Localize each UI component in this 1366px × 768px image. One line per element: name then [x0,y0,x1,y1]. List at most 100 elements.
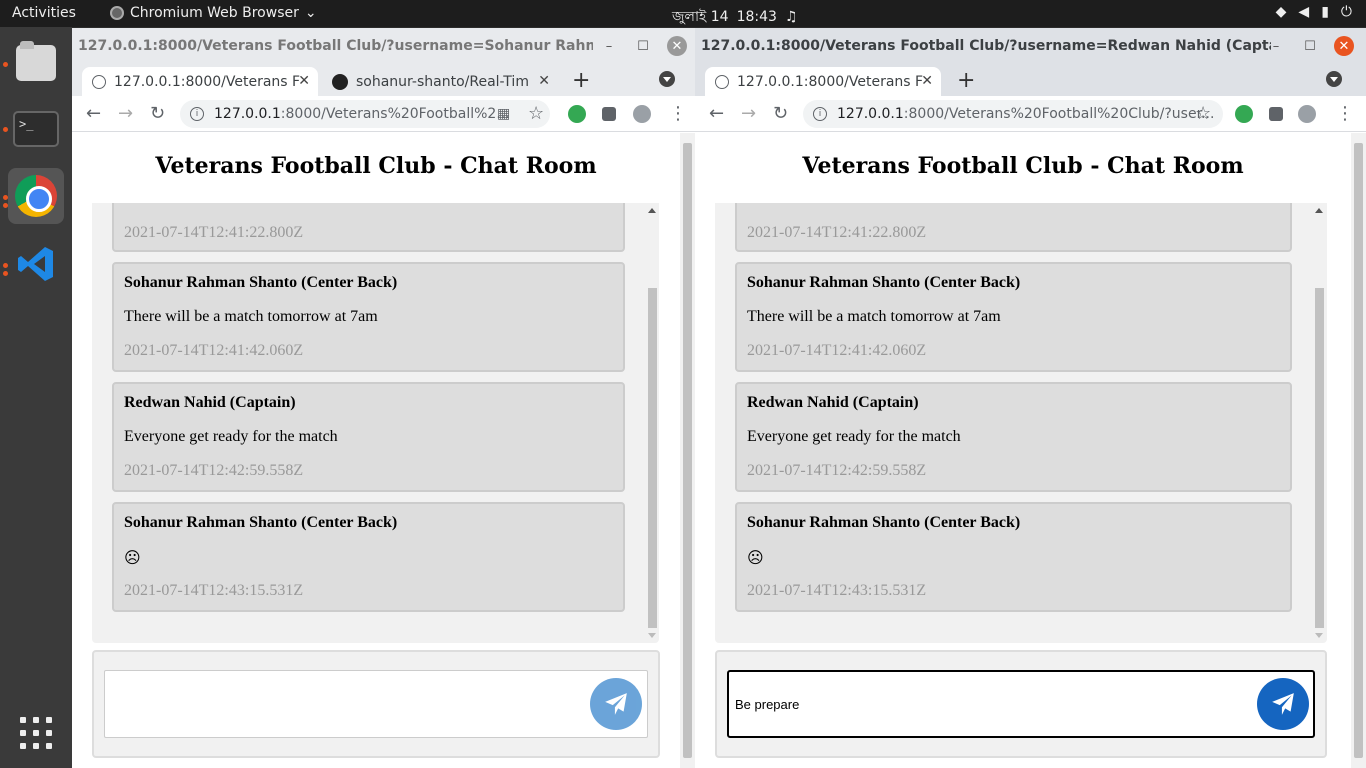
window-titlebar[interactable]: 127.0.0.1:8000/Veterans Football Club/?u… [72,28,695,63]
app-grid-icon[interactable] [20,717,52,749]
reload-icon[interactable]: ↻ [773,103,788,124]
scroll-thumb[interactable] [1315,288,1324,628]
scroll-thumb[interactable] [648,288,657,628]
bookmark-star-icon[interactable]: ☆ [528,103,544,124]
scroll-up-icon[interactable] [1315,208,1323,213]
address-bar[interactable]: i 127.0.0.1:8000/Veterans%20Football%2..… [180,100,550,128]
message-composer [715,650,1327,758]
tab-github[interactable]: sohanur-shanto/Real-Tim ✕ [322,67,558,96]
globe-icon [92,74,106,89]
message-partial: 2021-07-14T12:41:22.800Z [112,203,625,252]
forward-icon[interactable]: → [741,103,756,124]
message-time: 2021-07-14T12:41:42.060Z [124,342,304,359]
window-title: 127.0.0.1:8000/Veterans Football Club/?u… [78,37,593,54]
page-scroll-thumb[interactable] [683,143,692,758]
message-time: 2021-07-14T12:42:59.558Z [124,462,304,479]
tab-search-icon[interactable] [659,71,675,87]
message-card: Sohanur Rahman Shanto (Center Back) Ther… [735,262,1292,372]
maximize-icon[interactable]: ☐ [1300,36,1320,56]
app-menu[interactable]: Chromium Web Browser ⌄ [110,5,317,21]
tab-close-icon[interactable]: ✕ [921,73,933,89]
browser-window-left: 127.0.0.1:8000/Veterans Football Club/?u… [72,28,695,768]
close-icon[interactable]: ✕ [667,36,687,56]
qr-code-icon[interactable]: ▦ [497,106,510,122]
page-title: Veterans Football Club - Chat Room [802,153,1244,179]
new-tab-button[interactable]: + [572,68,590,93]
address-bar[interactable]: i 127.0.0.1:8000/Veterans%20Football%20C… [803,100,1223,128]
browser-window-right: 127.0.0.1:8000/Veterans Football Club/?u… [695,28,1366,768]
activities-button[interactable]: Activities [12,5,76,21]
page-title: Veterans Football Club - Chat Room [155,153,597,179]
message-time: 2021-07-14T12:41:42.060Z [747,342,927,359]
battery-icon: ▮ [1321,4,1329,20]
url-host: 127.0.0.1 [837,106,904,122]
message-author: Sohanur Rahman Shanto (Center Back) [747,514,1021,531]
page-content: Veterans Football Club - Chat Room 2021-… [695,133,1366,768]
tab-close-icon[interactable]: ✕ [538,73,550,89]
back-icon[interactable]: ← [709,103,724,124]
vscode-app[interactable] [8,236,64,292]
info-icon[interactable]: i [813,107,827,121]
message-card: Redwan Nahid (Captain) Everyone get read… [735,382,1292,492]
message-card: Sohanur Rahman Shanto (Center Back) ☹ 20… [112,502,625,612]
message-input[interactable] [727,670,1315,738]
new-tab-button[interactable]: + [957,68,975,93]
extension-icon[interactable] [568,105,586,123]
bookmark-star-icon[interactable]: ☆ [1195,103,1211,124]
gnome-top-bar: Activities Chromium Web Browser ⌄ জুলাই … [0,0,1366,27]
files-app[interactable] [8,35,64,91]
extensions-puzzle-icon[interactable] [1269,107,1283,121]
message-partial: 2021-07-14T12:41:22.800Z [735,203,1292,252]
system-tray[interactable]: ◆ ◀ ▮ ⏻ [1276,4,1352,20]
message-list[interactable]: 2021-07-14T12:41:22.800Z Sohanur Rahman … [715,203,1327,643]
tab-close-icon[interactable]: ✕ [298,73,310,89]
bell-icon: ♫ [784,9,798,25]
message-list[interactable]: 2021-07-14T12:41:22.800Z Sohanur Rahman … [92,203,659,643]
minimize-icon[interactable]: – [599,36,619,56]
menu-kebab-icon[interactable]: ⋮ [1336,103,1354,124]
message-input[interactable] [104,670,648,738]
close-icon[interactable]: ✕ [1334,36,1354,56]
back-icon[interactable]: ← [86,103,101,124]
tab-chat-room[interactable]: 127.0.0.1:8000/Veterans F ✕ [705,67,941,96]
message-card: Sohanur Rahman Shanto (Center Back) Ther… [112,262,625,372]
page-scroll-thumb[interactable] [1354,143,1363,758]
extensions-puzzle-icon[interactable] [602,107,616,121]
message-time: 2021-07-14T12:43:15.531Z [124,582,304,599]
window-title: 127.0.0.1:8000/Veterans Football Club/?u… [701,37,1271,54]
message-text: There will be a match tomorrow at 7am [124,308,378,325]
scroll-down-icon[interactable] [648,633,656,638]
terminal-app[interactable]: >_ [8,101,64,157]
send-button[interactable] [1257,678,1309,730]
tab-chat-room[interactable]: 127.0.0.1:8000/Veterans F ✕ [82,67,318,96]
message-text: Everyone get ready for the match [747,428,961,445]
url-rest: :8000/Veterans%20Football%20Club/?user..… [903,106,1215,122]
dock: >_ [0,27,72,768]
scroll-down-icon[interactable] [1315,633,1323,638]
tab-search-icon[interactable] [1326,71,1342,87]
maximize-icon[interactable]: ☐ [633,36,653,56]
page-scrollbar[interactable] [1351,133,1366,768]
profile-avatar-icon[interactable] [633,105,651,123]
chromium-app[interactable] [8,168,64,224]
message-time: 2021-07-14T12:43:15.531Z [747,582,927,599]
info-icon[interactable]: i [190,107,204,121]
menu-kebab-icon[interactable]: ⋮ [669,103,687,124]
extension-icon[interactable] [1235,105,1253,123]
github-icon [332,73,348,90]
files-icon [16,41,56,81]
chromium-icon [15,175,57,217]
window-titlebar[interactable]: 127.0.0.1:8000/Veterans Football Club/?u… [695,28,1366,63]
scroll-up-icon[interactable] [648,208,656,213]
reload-icon[interactable]: ↻ [150,103,165,124]
profile-avatar-icon[interactable] [1298,105,1316,123]
message-scrollbar[interactable] [1312,203,1326,643]
page-scrollbar[interactable] [680,133,695,768]
send-button[interactable] [590,678,642,730]
url-host: 127.0.0.1 [214,106,281,122]
forward-icon[interactable]: → [118,103,133,124]
message-scrollbar[interactable] [645,203,659,643]
volume-icon: ◀ [1298,4,1310,20]
clock[interactable]: জুলাই 14 18:43 ♫ [672,5,798,29]
minimize-icon[interactable]: – [1266,36,1286,56]
